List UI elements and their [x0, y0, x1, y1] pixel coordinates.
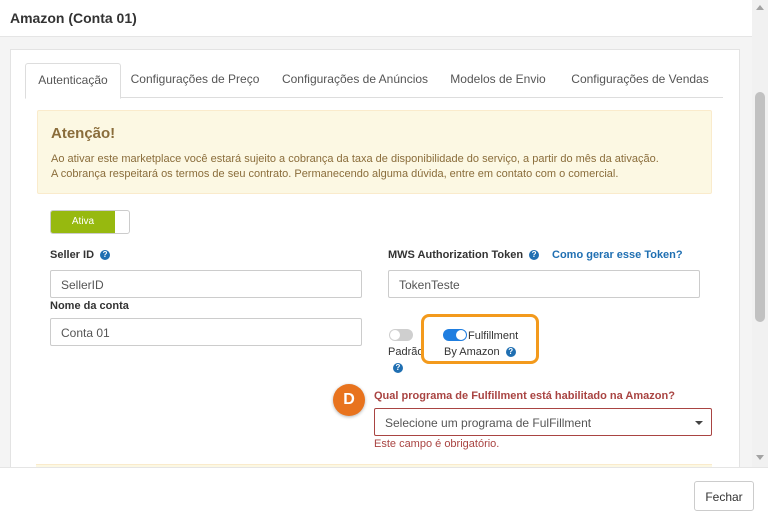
scroll-up-arrow-icon[interactable]	[756, 5, 764, 10]
modal-header: Amazon (Conta 01)	[0, 0, 752, 37]
help-icon[interactable]: ?	[393, 363, 403, 373]
help-icon[interactable]: ?	[100, 250, 111, 261]
alert-title: Atenção!	[51, 125, 116, 142]
active-switch[interactable]: Ativa	[50, 210, 130, 234]
fulfillment-program-select[interactable]: Selecione um programa de FulFillment	[374, 408, 712, 436]
close-button[interactable]: Fechar	[694, 481, 754, 511]
tab-configuracoes-vendas[interactable]: Configurações de Vendas	[565, 63, 715, 96]
alert-line-2: A cobrança respeitará os termos de seu c…	[51, 168, 619, 180]
scrollbar[interactable]	[752, 0, 768, 467]
toggle-knob	[390, 330, 400, 340]
tab-bar: Autenticação Configurações de Preço Conf…	[25, 63, 723, 99]
seller-id-label: Seller ID?	[50, 249, 111, 261]
mws-token-label: MWS Authorization Token?	[388, 249, 540, 261]
warning-alert: Atenção! Ao ativar este marketplace você…	[37, 110, 712, 194]
seller-id-input[interactable]: SellerID	[50, 270, 362, 298]
tab-autenticacao[interactable]: Autenticação	[25, 63, 121, 99]
modal-body: Autenticação Configurações de Preço Conf…	[0, 37, 752, 467]
alert-line-1: Ao ativar este marketplace você estará s…	[51, 153, 659, 165]
step-badge: D	[333, 384, 365, 416]
caret-down-icon	[695, 421, 703, 425]
scrollbar-thumb[interactable]	[755, 92, 765, 322]
tab-configuracoes-anuncios[interactable]: Configurações de Anúncios	[277, 63, 433, 96]
modal-footer: Fechar	[0, 467, 768, 515]
account-name-input[interactable]: Conta 01	[50, 318, 362, 346]
active-switch-label: Ativa	[51, 211, 115, 233]
fulfillment-select-placeholder: Selecione um programa de FulFillment	[385, 416, 592, 430]
default-toggle[interactable]	[389, 329, 413, 341]
help-icon[interactable]: ?	[529, 250, 540, 261]
mws-token-help-link[interactable]: Como gerar esse Token?	[552, 249, 683, 261]
tab-modelos-envio[interactable]: Modelos de Envio	[443, 63, 553, 96]
tab-configuracoes-preco[interactable]: Configurações de Preço	[125, 63, 265, 96]
scroll-down-arrow-icon[interactable]	[756, 455, 764, 460]
seller-id-label-text: Seller ID	[50, 249, 95, 261]
mws-token-input[interactable]: TokenTeste	[388, 270, 700, 298]
fba-highlight-box	[421, 314, 539, 364]
fulfillment-question-label: Qual programa de Fulfillment está habili…	[374, 390, 675, 402]
required-error-message: Este campo é obrigatório.	[374, 438, 500, 450]
modal-title: Amazon (Conta 01)	[10, 10, 137, 26]
settings-panel: Autenticação Configurações de Preço Conf…	[10, 49, 740, 467]
account-name-label: Nome da conta	[50, 300, 129, 312]
default-toggle-label: Padrão	[388, 346, 424, 358]
mws-token-label-text: MWS Authorization Token	[388, 249, 524, 261]
